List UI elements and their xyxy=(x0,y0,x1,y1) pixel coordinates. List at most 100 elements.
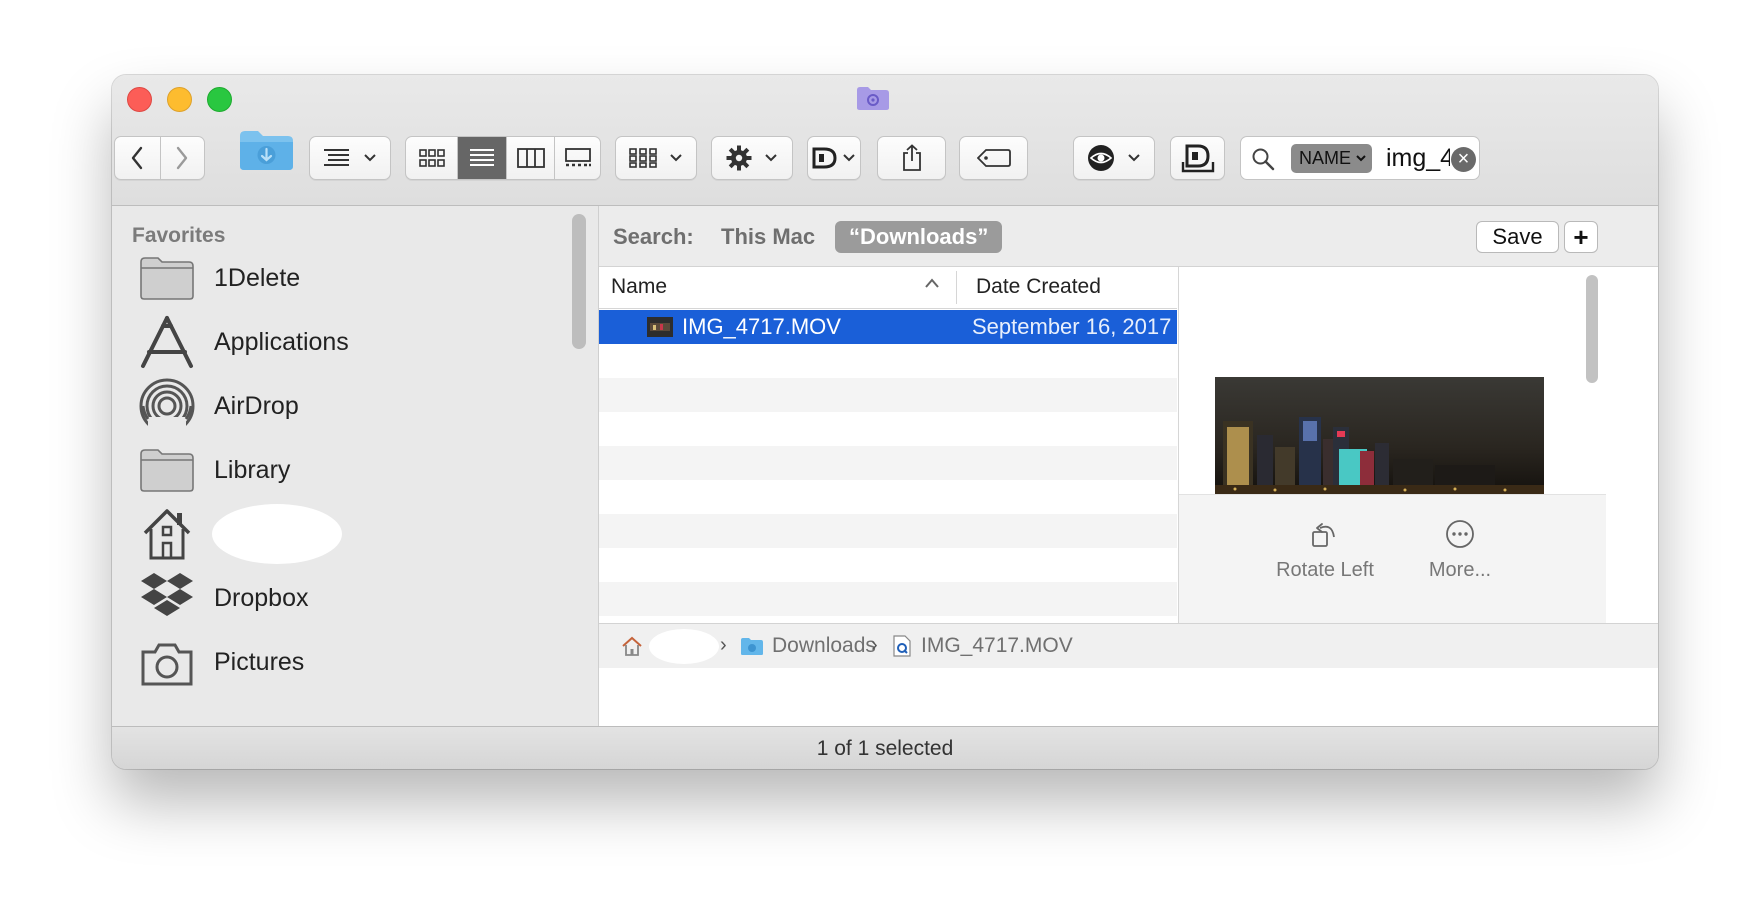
chevron-down-icon xyxy=(1356,155,1366,162)
search-token-name[interactable]: NAME xyxy=(1291,144,1372,173)
dropbox-menu-button[interactable] xyxy=(807,136,861,180)
applications-icon xyxy=(141,316,193,368)
table-row[interactable]: IMG_4717.MOV September 16, 2017 xyxy=(599,310,1177,344)
sidebar-item-label: Applications xyxy=(214,327,349,356)
list-view-button[interactable] xyxy=(457,137,506,179)
arrange-button[interactable] xyxy=(615,136,697,180)
scope-downloads[interactable]: “Downloads” xyxy=(835,221,1003,253)
quick-look-button[interactable] xyxy=(1073,136,1155,180)
movie-file-icon xyxy=(647,317,673,337)
scope-this-mac[interactable]: This Mac xyxy=(721,224,815,250)
column-view-button[interactable] xyxy=(506,137,554,179)
column-divider[interactable] xyxy=(956,271,957,304)
gallery-view-button[interactable] xyxy=(554,137,600,179)
sidebar-item-library[interactable]: Library xyxy=(134,440,474,500)
file-list: Name Date Created IMG_4717.MOV September… xyxy=(599,267,1177,623)
path-item-file[interactable]: IMG_4717.MOV xyxy=(893,634,1073,658)
share-icon xyxy=(902,144,921,171)
sidebar: Favorites 1Delete Applications AirDrop L… xyxy=(112,206,599,726)
dropbox-badge-button[interactable] xyxy=(1170,136,1225,180)
dropbox-status-icon xyxy=(1181,144,1214,173)
rotate-left-action[interactable]: Rotate Left xyxy=(1255,519,1395,582)
more-label: More... xyxy=(1428,559,1492,581)
search-scope-bar: Search: This Mac “Downloads” Save + xyxy=(599,206,1658,267)
quick-actions: Rotate Left More... xyxy=(1179,494,1606,623)
airdrop-icon xyxy=(139,378,195,435)
back-forward-control xyxy=(114,136,205,180)
empty-row xyxy=(599,514,1177,548)
finder-window: NAME img_4 × Favorites 1Delete Applicati… xyxy=(112,75,1658,769)
preview-scrollbar[interactable] xyxy=(1586,275,1598,383)
search-field[interactable]: NAME img_4 × xyxy=(1240,136,1480,180)
ellipsis-circle-icon xyxy=(1446,520,1474,548)
empty-row xyxy=(599,548,1177,582)
home-icon xyxy=(143,509,191,560)
camera-icon xyxy=(141,643,193,686)
chevron-down-icon xyxy=(765,154,777,162)
empty-row xyxy=(599,412,1177,446)
chevron-down-icon xyxy=(1128,154,1140,162)
path-separator-icon: › xyxy=(720,634,727,656)
share-button[interactable] xyxy=(877,136,946,180)
chevron-right-icon xyxy=(177,146,188,170)
folder-icon xyxy=(140,257,194,300)
sidebar-item-applications[interactable]: Applications xyxy=(134,312,474,372)
empty-row xyxy=(599,480,1177,514)
chevron-down-icon xyxy=(364,154,376,162)
more-actions[interactable]: More... xyxy=(1390,519,1530,582)
empty-row xyxy=(599,582,1177,616)
sidebar-scrollbar[interactable] xyxy=(572,214,586,349)
save-search-button[interactable]: Save xyxy=(1476,221,1559,253)
sidebar-heading: Favorites xyxy=(132,224,226,247)
tags-button[interactable] xyxy=(959,136,1028,180)
sidebar-item-label: Library xyxy=(214,455,291,484)
chevron-down-icon xyxy=(843,154,855,162)
chevron-left-icon xyxy=(132,146,143,170)
sidebar-item-label: Pictures xyxy=(214,647,305,676)
path-item-label: Downloads xyxy=(772,634,876,657)
folder-icon xyxy=(140,449,194,492)
action-menu-button[interactable] xyxy=(711,136,793,180)
empty-row xyxy=(599,446,1177,480)
redacted-username xyxy=(212,504,342,564)
video-thumbnail[interactable] xyxy=(1215,377,1544,494)
column-view-icon xyxy=(516,148,545,168)
column-header-date-created[interactable]: Date Created xyxy=(976,275,1101,299)
group-by-button[interactable] xyxy=(309,136,391,180)
sidebar-item-airdrop[interactable]: AirDrop xyxy=(134,376,474,436)
dropbox-icon xyxy=(141,573,193,616)
view-mode-control xyxy=(405,136,601,180)
sidebar-item-label: 1Delete xyxy=(214,263,301,292)
home-icon[interactable] xyxy=(621,636,643,656)
close-icon: × xyxy=(1457,148,1470,170)
gear-icon xyxy=(726,145,752,171)
arrange-grid-icon xyxy=(629,148,657,168)
zoom-window-button[interactable] xyxy=(207,87,232,112)
sidebar-item-1delete[interactable]: 1Delete xyxy=(134,248,474,308)
empty-row xyxy=(599,344,1177,378)
sidebar-item-pictures[interactable]: Pictures xyxy=(134,632,474,692)
search-input[interactable]: img_4 xyxy=(1386,144,1450,173)
back-button[interactable] xyxy=(115,137,160,179)
folder-gear-icon xyxy=(857,87,889,110)
rotate-left-icon xyxy=(1312,523,1335,547)
downloads-folder-icon[interactable] xyxy=(238,128,295,172)
downloads-folder-icon xyxy=(741,637,763,655)
forward-button[interactable] xyxy=(159,137,205,179)
status-bar: 1 of 1 selected xyxy=(112,726,1658,769)
sort-ascending-icon[interactable] xyxy=(924,277,940,289)
close-window-button[interactable] xyxy=(127,87,152,112)
empty-row xyxy=(599,378,1177,412)
column-header-name[interactable]: Name xyxy=(611,275,667,299)
rotate-left-label: Rotate Left xyxy=(1276,559,1374,581)
minimize-window-button[interactable] xyxy=(167,87,192,112)
main-pane: Search: This Mac “Downloads” Save + Name… xyxy=(599,206,1658,726)
sidebar-item-dropbox[interactable]: Dropbox xyxy=(134,568,474,628)
clear-search-button[interactable]: × xyxy=(1451,147,1476,172)
icon-view-button[interactable] xyxy=(406,137,457,179)
add-criteria-button[interactable]: + xyxy=(1564,221,1598,253)
path-item-downloads[interactable]: Downloads xyxy=(740,634,876,658)
search-scope-label: Search: xyxy=(613,224,694,249)
sidebar-item-home[interactable] xyxy=(134,504,474,564)
eye-icon xyxy=(1088,145,1114,171)
